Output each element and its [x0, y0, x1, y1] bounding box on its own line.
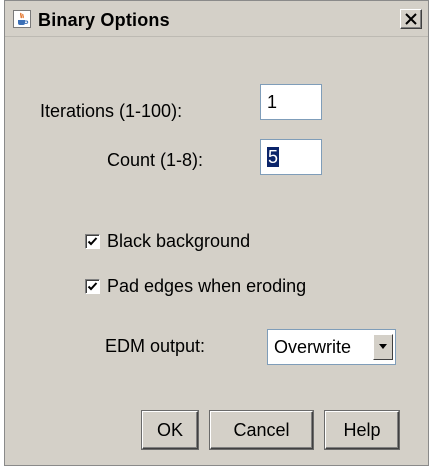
- iterations-value: 1: [267, 92, 278, 112]
- binary-options-dialog: Binary Options Iterations (1-100): 1 Cou…: [4, 0, 429, 466]
- checkmark-icon: [87, 237, 98, 246]
- chevron-down-icon: [379, 344, 387, 349]
- count-input[interactable]: 5: [260, 139, 322, 175]
- pad-edges-check[interactable]: [85, 279, 100, 294]
- black-background-check[interactable]: [85, 234, 100, 249]
- edm-output-dropdown-button[interactable]: [373, 334, 393, 360]
- close-button[interactable]: [400, 9, 422, 29]
- black-background-checkbox[interactable]: Black background: [85, 231, 345, 253]
- black-background-label: Black background: [107, 231, 251, 251]
- count-value: 5: [267, 147, 280, 167]
- title-bar[interactable]: Binary Options: [5, 1, 428, 37]
- edm-output-select[interactable]: Overwrite: [267, 329, 396, 365]
- count-label: Count (1-8):: [107, 150, 204, 170]
- iterations-input[interactable]: 1: [260, 84, 322, 120]
- window-title: Binary Options: [38, 10, 170, 30]
- java-cup-icon: [13, 10, 31, 28]
- cancel-button[interactable]: Cancel: [210, 411, 313, 449]
- help-button[interactable]: Help: [325, 411, 399, 449]
- checkmark-icon: [87, 282, 98, 291]
- close-icon: [405, 13, 417, 25]
- pad-edges-label: Pad edges when eroding: [107, 276, 307, 296]
- ok-button[interactable]: OK: [142, 411, 198, 449]
- pad-edges-checkbox[interactable]: Pad edges when eroding: [85, 276, 405, 298]
- iterations-label: Iterations (1-100):: [40, 101, 183, 121]
- edm-output-value: Overwrite: [274, 337, 352, 357]
- edm-output-label: EDM output:: [105, 336, 206, 356]
